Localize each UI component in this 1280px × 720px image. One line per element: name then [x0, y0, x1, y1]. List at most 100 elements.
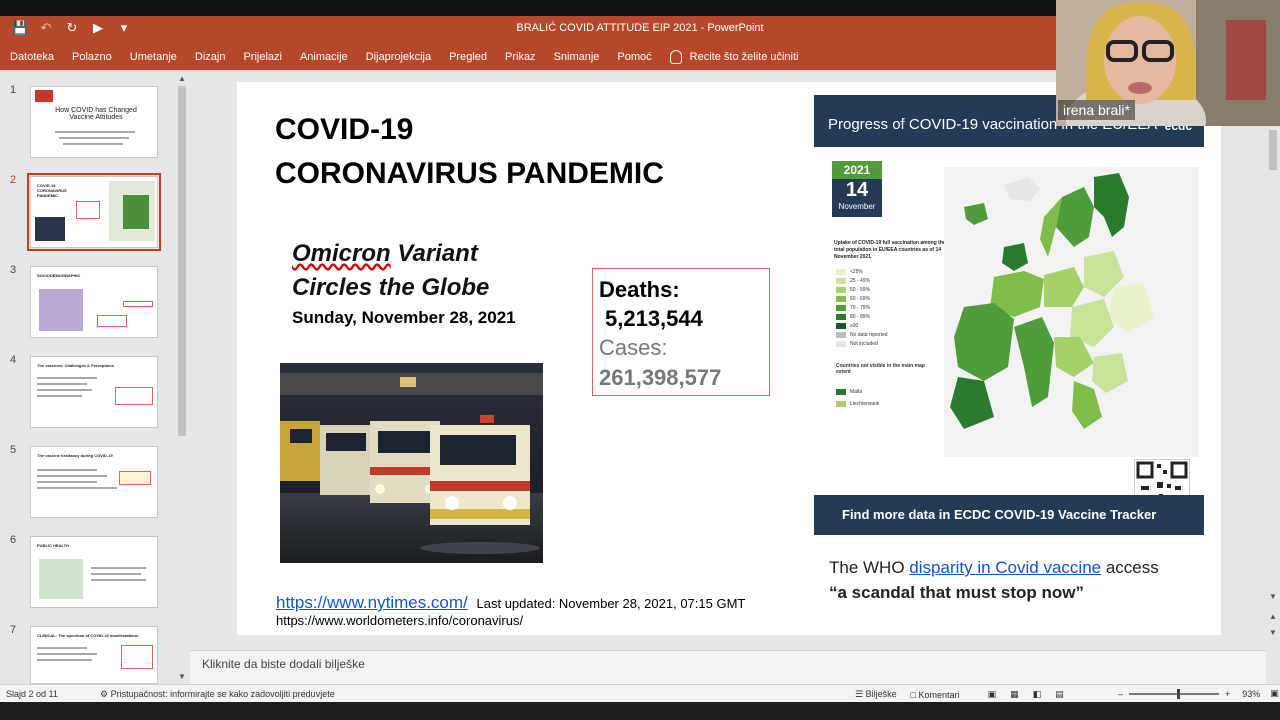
source-line-nyt: https://www.nytimes.com/ Last updated: N…	[276, 593, 745, 613]
who-disparity-link[interactable]: disparity in Covid vaccine	[909, 558, 1101, 577]
zoom-slider[interactable]	[1129, 688, 1220, 699]
tab-pomoc[interactable]: Pomoć	[617, 51, 651, 63]
thumb-number: 5	[10, 444, 17, 456]
thumb-number: 6	[10, 534, 17, 546]
notes-button-label: Bilješke	[865, 689, 897, 699]
legend-swatch	[836, 389, 846, 395]
tab-prikaz[interactable]: Prikaz	[505, 51, 536, 63]
thumbnail-slide-5[interactable]: The vaccine hesitancy during COVID-19	[30, 446, 158, 518]
who-text-a: The WHO	[829, 558, 910, 577]
slide-scrollbar[interactable]: ▼ ▲ ▼	[1266, 72, 1280, 684]
slide-counter: Slajd 2 od 11	[6, 689, 58, 699]
cases-label: Cases:	[599, 335, 668, 360]
tell-me-box[interactable]: Recite što želite učiniti	[669, 50, 799, 64]
participant-name: irena brali*	[1058, 100, 1135, 120]
notes-placeholder: Kliknite da biste dodali bilješke	[202, 657, 365, 671]
legend-swatch	[836, 314, 846, 320]
accessibility-status[interactable]: ⚙ Pristupačnost: informirajte se kako za…	[100, 689, 335, 700]
scroll-down-icon[interactable]: ▼	[1269, 592, 1277, 601]
thumb-title: COVID-19 CORONAVIRUS PANDEMIC	[37, 183, 67, 198]
tab-polazno[interactable]: Polazno	[72, 51, 112, 63]
tab-umetanje[interactable]: Umetanje	[130, 51, 177, 63]
thumb-logo	[35, 90, 53, 102]
scroll-down-icon[interactable]: ▼	[178, 672, 186, 681]
legend-swatch	[836, 323, 846, 329]
legend-item: ≥90	[836, 323, 858, 329]
legend-item: 60 - 69%	[836, 296, 870, 302]
legend-item: Not included	[836, 341, 878, 347]
thumbnail-slide-1[interactable]: How COVID has Changed Vaccine Attitudes	[30, 86, 158, 158]
tell-me-text: Recite što želite učiniti	[689, 51, 799, 63]
thumbnail-scrollbar[interactable]: ▲ ▼	[176, 72, 188, 684]
subtitle-variant: Variant	[390, 240, 478, 267]
legend-label: Not included	[850, 341, 878, 347]
thumbnail-slide-2[interactable]: COVID-19 CORONAVIRUS PANDEMIC	[27, 173, 161, 251]
thumb-title: SOCIODEMOGRAPHIC	[37, 273, 81, 278]
slide-scroll-thumb[interactable]	[1269, 130, 1277, 170]
thumbnail-slide-7[interactable]: CLINICAL: The spectrum of COVID-19 manif…	[30, 626, 158, 684]
zoom-control[interactable]: – + 93% ▣	[1118, 688, 1279, 699]
thumbnail-slide-4[interactable]: The vaccines: Challenges & Perceptions	[30, 356, 158, 428]
legend-swatch	[836, 278, 846, 284]
scroll-up-icon[interactable]: ▲	[178, 74, 186, 83]
calendar-year: 2021	[832, 161, 882, 179]
thumb-title: The vaccines: Challenges & Perceptions	[37, 363, 114, 368]
comments-button[interactable]: □ Komentari	[911, 690, 960, 700]
tab-dijaprojekcija[interactable]: Dijaprojekcija	[366, 51, 431, 63]
legend-label: 25 - 49%	[850, 278, 871, 284]
not-visible-title: Countries not visible in the main map ex…	[836, 363, 925, 375]
ecdc-infographic[interactable]: Progress of COVID-19 vaccination in the …	[814, 95, 1204, 535]
thumb-title: CLINICAL: The spectrum of COVID-19 manif…	[37, 633, 139, 638]
legend-label: Malta	[850, 389, 863, 395]
zoom-level[interactable]: 93%	[1242, 689, 1260, 699]
current-slide[interactable]: COVID-19 CORONAVIRUS PANDEMIC Omicron Va…	[237, 82, 1221, 635]
thumb-title: PUBLIC HEALTH	[37, 543, 69, 548]
last-updated: Last updated: November 28, 2021, 07:15 G…	[476, 596, 746, 611]
legend-swatch	[836, 287, 846, 293]
legend-swatch	[836, 401, 846, 407]
scroll-thumb[interactable]	[178, 86, 186, 436]
stats-box[interactable]: Deaths: 5,213,544 Cases: 261,398,577	[592, 268, 770, 396]
slide-sorter-icon[interactable]: ▦	[1010, 689, 1019, 700]
notes-button[interactable]: ☰ Bilješke	[855, 689, 897, 700]
subtitle[interactable]: Omicron Variant Circles the Globe	[292, 237, 489, 305]
slideshow-icon[interactable]: ▤	[1055, 689, 1064, 700]
legend-swatch	[836, 332, 846, 338]
thumb-number: 7	[10, 624, 17, 636]
status-right: ☰ Bilješke □ Komentari ▣ ▦ ◧ ▤	[855, 689, 1064, 700]
calendar-icon: 2021 14 November	[832, 161, 882, 217]
zoom-slider-handle[interactable]	[1177, 688, 1181, 699]
legend-swatch	[836, 296, 846, 302]
nytimes-link[interactable]: https://www.nytimes.com/	[276, 593, 468, 612]
reading-view-icon[interactable]: ◧	[1033, 689, 1042, 700]
fit-slide-icon[interactable]: ▣	[1270, 688, 1279, 699]
tab-datoteka[interactable]: Datoteka	[10, 51, 54, 63]
slide-title[interactable]: COVID-19 CORONAVIRUS PANDEMIC	[275, 108, 664, 196]
ambulance-photo[interactable]	[280, 363, 543, 563]
tab-snimanje[interactable]: Snimanje	[554, 51, 600, 63]
legend-title: Uptake of COVID-19 full vaccination amon…	[834, 240, 946, 260]
normal-view-icon[interactable]: ▣	[988, 689, 997, 700]
legend-item: 50 - 59%	[836, 287, 870, 293]
legend-item: <25%	[836, 269, 863, 275]
worldometers-link[interactable]: https://www.worldometers.info/coronaviru…	[276, 613, 523, 628]
tab-pregled[interactable]: Pregled	[449, 51, 487, 63]
notes-pane[interactable]: Kliknite da biste dodali bilješke	[190, 650, 1266, 684]
legend-swatch	[836, 341, 846, 347]
legend-label: 50 - 59%	[850, 287, 871, 293]
thumb-title: How COVID has Changed Vaccine Attitudes	[55, 107, 137, 121]
thumbnail-slide-3[interactable]: SOCIODEMOGRAPHIC	[30, 266, 158, 338]
tab-dizajn[interactable]: Dizajn	[195, 51, 226, 63]
not-visible-item: Malta	[836, 389, 862, 395]
zoom-out-icon[interactable]: –	[1118, 689, 1123, 699]
next-slide-icon[interactable]: ▼	[1269, 628, 1277, 637]
tab-animacije[interactable]: Animacije	[300, 51, 348, 63]
thumbnail-slide-6[interactable]: PUBLIC HEALTH	[30, 536, 158, 608]
legend-item: 25 - 49%	[836, 278, 870, 284]
tab-prijelazi[interactable]: Prijelazi	[243, 51, 282, 63]
deaths-label: Deaths:	[599, 277, 680, 302]
prev-slide-icon[interactable]: ▲	[1269, 612, 1277, 621]
legend-item: No data reported	[836, 332, 888, 338]
calendar-month: November	[838, 202, 876, 211]
zoom-in-icon[interactable]: +	[1225, 689, 1230, 699]
